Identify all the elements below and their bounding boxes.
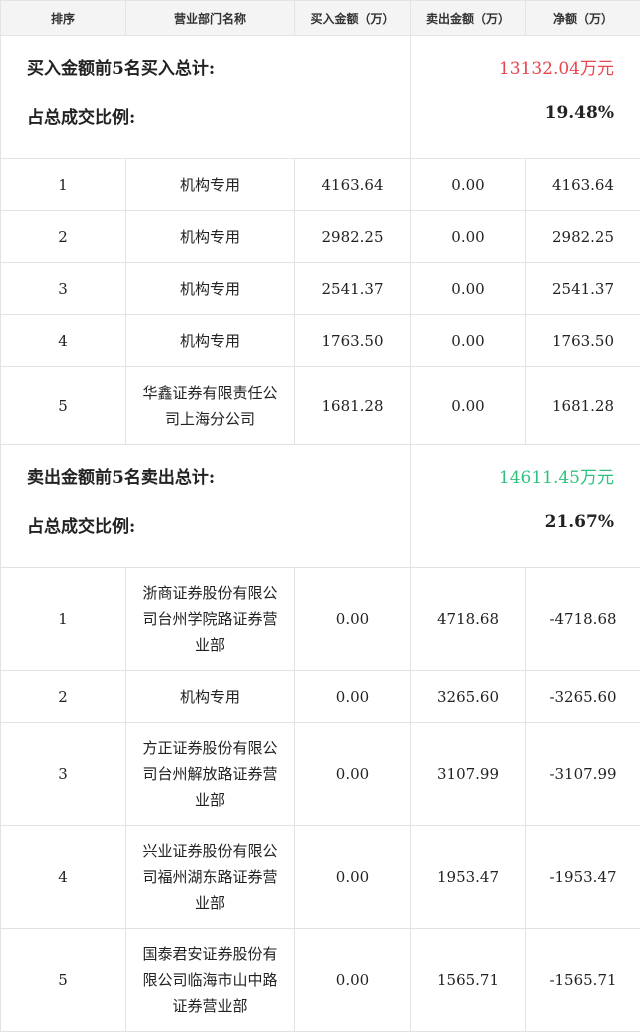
sell-total-row: 卖出金额前5名卖出总计: 14611.45万元 — [0, 444, 640, 506]
sell-ratio-label: 占总成交比例: — [0, 505, 411, 568]
branch-name-cell: 兴业证券股份有限公司福州湖东路证券营业部 — [125, 825, 295, 929]
branch-name-cell: 方正证券股份有限公司台州解放路证券营业部 — [125, 722, 295, 826]
net-amount-cell: -4718.68 — [525, 567, 640, 671]
sell-total-value: 14611.45万元 — [410, 444, 640, 506]
branch-name-cell: 国泰君安证券股份有限公司临海市山中路证券营业部 — [125, 928, 295, 1032]
sell-total-label: 卖出金额前5名卖出总计: — [0, 444, 411, 506]
sell-amount-cell: 0.00 — [410, 262, 526, 315]
table-row: 2 机构专用 2982.25 0.00 2982.25 — [0, 210, 640, 263]
rank-cell: 5 — [0, 928, 126, 1032]
buy-amount-cell: 1763.50 — [294, 314, 411, 367]
sell-amount-cell: 1565.71 — [410, 928, 526, 1032]
buy-amount-cell: 0.00 — [294, 928, 411, 1032]
rank-cell: 3 — [0, 262, 126, 315]
net-amount-cell: -3107.99 — [525, 722, 640, 826]
buy-ratio-row: 占总成交比例: 19.48% — [0, 96, 640, 159]
branch-name-cell: 机构专用 — [125, 158, 295, 211]
sell-amount-cell: 1953.47 — [410, 825, 526, 929]
header-rank: 排序 — [0, 0, 126, 36]
buy-amount-cell: 1681.28 — [294, 366, 411, 445]
header-net-amount: 净额（万） — [525, 0, 640, 36]
rank-cell: 4 — [0, 825, 126, 929]
table-row: 1 浙商证券股份有限公司台州学院路证券营业部 0.00 4718.68 -471… — [0, 567, 640, 671]
sell-amount-cell: 3107.99 — [410, 722, 526, 826]
sell-amount-cell: 3265.60 — [410, 670, 526, 723]
sell-amount-cell: 0.00 — [410, 158, 526, 211]
sell-ratio-row: 占总成交比例: 21.67% — [0, 505, 640, 568]
table-row: 5 华鑫证券有限责任公司上海分公司 1681.28 0.00 1681.28 — [0, 366, 640, 445]
table-row: 5 国泰君安证券股份有限公司临海市山中路证券营业部 0.00 1565.71 -… — [0, 928, 640, 1032]
buy-ratio-label: 占总成交比例: — [0, 96, 411, 159]
buy-total-row: 买入金额前5名买入总计: 13132.04万元 — [0, 35, 640, 97]
net-amount-cell: -3265.60 — [525, 670, 640, 723]
sell-amount-cell: 0.00 — [410, 314, 526, 367]
rank-cell: 1 — [0, 567, 126, 671]
net-amount-cell: 1763.50 — [525, 314, 640, 367]
sell-ratio-value: 21.67% — [410, 505, 640, 568]
rank-cell: 5 — [0, 366, 126, 445]
net-amount-cell: 4163.64 — [525, 158, 640, 211]
rank-cell: 4 — [0, 314, 126, 367]
branch-name-cell: 机构专用 — [125, 314, 295, 367]
header-row: 排序 营业部门名称 买入金额（万） 卖出金额（万） 净额（万） — [0, 0, 640, 36]
table-row: 4 机构专用 1763.50 0.00 1763.50 — [0, 314, 640, 367]
table-row: 3 机构专用 2541.37 0.00 2541.37 — [0, 262, 640, 315]
branch-name-cell: 机构专用 — [125, 210, 295, 263]
table-row: 1 机构专用 4163.64 0.00 4163.64 — [0, 158, 640, 211]
net-amount-cell: 2541.37 — [525, 262, 640, 315]
buy-total-label: 买入金额前5名买入总计: — [0, 35, 411, 97]
branch-name-cell: 机构专用 — [125, 670, 295, 723]
rank-cell: 1 — [0, 158, 126, 211]
buy-amount-cell: 0.00 — [294, 567, 411, 671]
buy-amount-cell: 0.00 — [294, 722, 411, 826]
branch-name-cell: 华鑫证券有限责任公司上海分公司 — [125, 366, 295, 445]
net-amount-cell: 1681.28 — [525, 366, 640, 445]
sell-amount-cell: 0.00 — [410, 210, 526, 263]
sell-amount-cell: 4718.68 — [410, 567, 526, 671]
branch-name-cell: 浙商证券股份有限公司台州学院路证券营业部 — [125, 567, 295, 671]
buy-amount-cell: 2982.25 — [294, 210, 411, 263]
buy-ratio-value: 19.48% — [410, 96, 640, 159]
buy-amount-cell: 4163.64 — [294, 158, 411, 211]
sell-amount-cell: 0.00 — [410, 366, 526, 445]
net-amount-cell: 2982.25 — [525, 210, 640, 263]
table-row: 3 方正证券股份有限公司台州解放路证券营业部 0.00 3107.99 -310… — [0, 722, 640, 826]
table-row: 2 机构专用 0.00 3265.60 -3265.60 — [0, 670, 640, 723]
buy-amount-cell: 0.00 — [294, 670, 411, 723]
buy-amount-cell: 0.00 — [294, 825, 411, 929]
header-branch-name: 营业部门名称 — [125, 0, 295, 36]
buy-total-value: 13132.04万元 — [410, 35, 640, 97]
net-amount-cell: -1953.47 — [525, 825, 640, 929]
branch-name-cell: 机构专用 — [125, 262, 295, 315]
rank-cell: 2 — [0, 670, 126, 723]
header-sell-amount: 卖出金额（万） — [410, 0, 526, 36]
net-amount-cell: -1565.71 — [525, 928, 640, 1032]
rank-cell: 3 — [0, 722, 126, 826]
table-row: 4 兴业证券股份有限公司福州湖东路证券营业部 0.00 1953.47 -195… — [0, 825, 640, 929]
trade-table: 排序 营业部门名称 买入金额（万） 卖出金额（万） 净额（万） 买入金额前5名买… — [0, 0, 640, 1032]
buy-amount-cell: 2541.37 — [294, 262, 411, 315]
header-buy-amount: 买入金额（万） — [294, 0, 411, 36]
rank-cell: 2 — [0, 210, 126, 263]
